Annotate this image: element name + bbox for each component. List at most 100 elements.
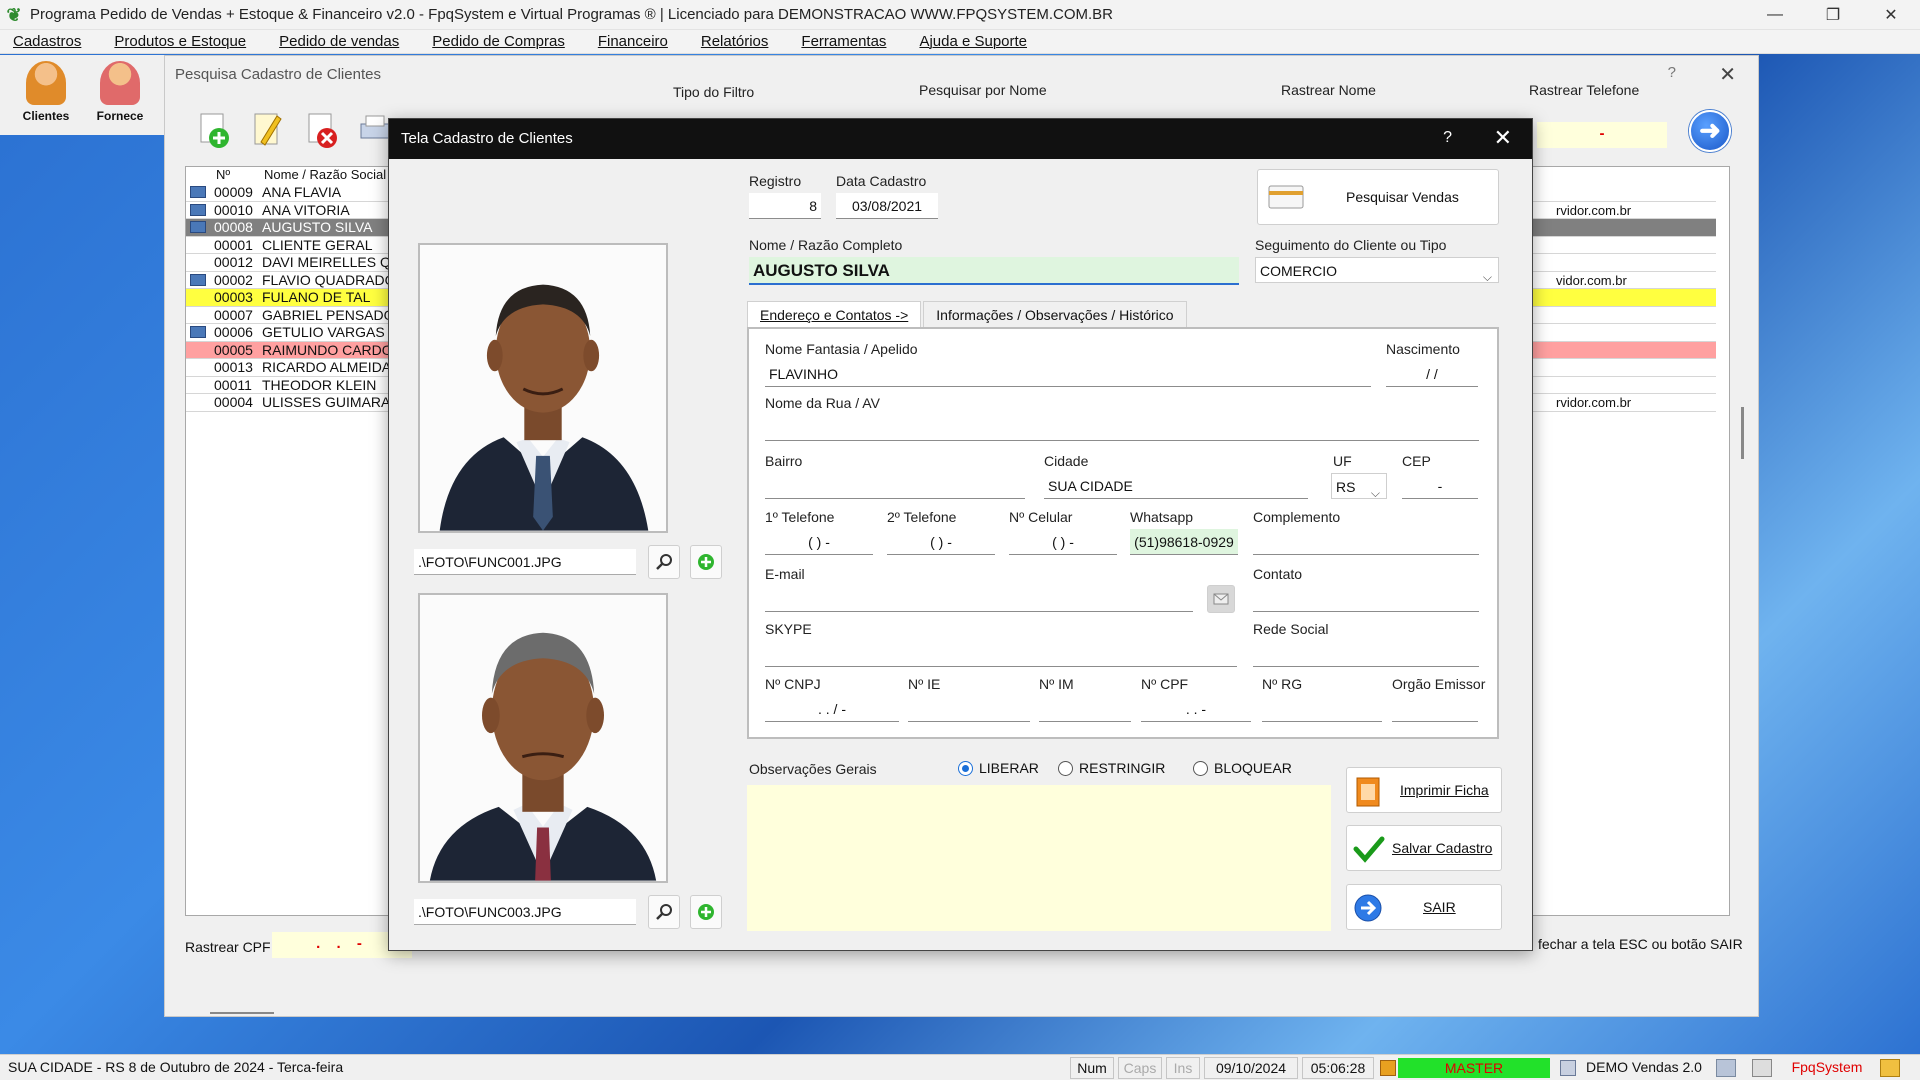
row-nome: ANA FLAVIA (262, 184, 342, 200)
uf-value: RS (1336, 479, 1356, 495)
rastrear-telefone-input[interactable]: - (1537, 122, 1667, 148)
menu-relatorios[interactable]: Relatórios (701, 33, 769, 50)
uf-label: UF (1333, 453, 1352, 469)
app-title: Programa Pedido de Vendas + Estoque & Fi… (30, 6, 1113, 23)
plus-circle-icon (698, 554, 714, 570)
obs-label: Observações Gerais (749, 761, 877, 777)
row-nome: FLAVIO QUADRADO (262, 271, 392, 288)
celular-field[interactable]: ( ) - (1009, 529, 1117, 555)
radio-bloquear[interactable]: BLOQUEAR (1193, 760, 1292, 776)
celular-label: Nº Celular (1009, 509, 1073, 525)
user-icon (1380, 1060, 1396, 1076)
menu-pedido-compras[interactable]: Pedido de Compras (432, 33, 565, 50)
photo1-path-input[interactable]: .\FOTO\FUNC001.JPG (414, 549, 636, 575)
dialog-help-button[interactable]: ? (1443, 129, 1452, 147)
rua-field[interactable] (765, 415, 1479, 441)
photo2-add-button[interactable] (690, 895, 722, 929)
salvar-label: Salvar Cadastro (1392, 840, 1493, 856)
skype-field[interactable] (765, 641, 1237, 667)
salvar-cadastro-button[interactable]: Salvar Cadastro (1346, 825, 1502, 871)
col-nome-header: Nome / Razão Social (264, 167, 387, 182)
row-num: 00006 (214, 324, 253, 340)
ie-field[interactable] (908, 696, 1030, 722)
add-button[interactable] (193, 108, 233, 152)
photo1-search-button[interactable] (648, 545, 680, 579)
nome-field[interactable]: AUGUSTO SILVA (749, 257, 1239, 285)
cidade-field[interactable]: SUA CIDADE (1044, 473, 1308, 499)
dialog-tabs: Endereço e Contatos -> Informações / Obs… (747, 301, 1189, 327)
bairro-field[interactable] (765, 473, 1025, 499)
radio-liberar-dot (958, 760, 973, 776)
cnpj-label: Nº CNPJ (765, 676, 821, 692)
obs-textarea[interactable] (747, 785, 1331, 931)
tel1-field[interactable]: ( ) - (765, 529, 873, 555)
restore-button[interactable]: ❐ (1804, 0, 1862, 30)
contact-card-icon (190, 396, 206, 408)
photo2-search-button[interactable] (648, 895, 680, 929)
network-icon (1716, 1059, 1736, 1077)
dialog-close-button[interactable]: ✕ (1494, 125, 1512, 151)
email-label: E-mail (765, 566, 805, 582)
row-nome: FULANO DE TAL (262, 289, 371, 305)
menu-pedido-vendas[interactable]: Pedido de vendas (279, 33, 399, 50)
complemento-field[interactable] (1253, 529, 1479, 555)
row-nome: THEODOR KLEIN (262, 376, 377, 393)
cpf-field[interactable]: . . - (1141, 696, 1251, 722)
ie-label: Nº IE (908, 676, 941, 692)
menu-ajuda[interactable]: Ajuda e Suporte (919, 33, 1027, 50)
tab-endereco-contatos[interactable]: Endereço e Contatos -> (747, 301, 922, 327)
whatsapp-label: Whatsapp (1130, 509, 1194, 525)
orgao-field[interactable] (1392, 696, 1478, 722)
fantasia-field[interactable]: FLAVINHO (765, 361, 1371, 387)
grid-vertical-scrollbar[interactable] (1741, 407, 1744, 459)
imprimir-label: Imprimir Ficha (1400, 782, 1489, 798)
cnpj-field[interactable]: . . / - (765, 696, 899, 722)
rede-social-field[interactable] (1253, 641, 1479, 667)
grid-horizontal-scrollbar[interactable] (210, 1012, 274, 1014)
chevron-down-icon: ⌵ (1370, 486, 1380, 499)
send-email-button[interactable] (1207, 585, 1235, 613)
shortcut-clientes[interactable]: Clientes (10, 61, 82, 123)
photo1-add-button[interactable] (690, 545, 722, 579)
status-location-date: SUA CIDADE - RS 8 de Outubro de 2024 - T… (8, 1059, 344, 1075)
minimize-button[interactable]: — (1746, 0, 1804, 30)
menu-financeiro[interactable]: Financeiro (598, 33, 668, 50)
radio-liberar[interactable]: LIBERAR (958, 760, 1039, 776)
tab-informacoes[interactable]: Informações / Observações / Histórico (923, 301, 1187, 327)
edit-button[interactable] (247, 108, 287, 152)
menu-produtos[interactable]: Produtos e Estoque (114, 33, 246, 50)
row-email: rvidor.com.br (1556, 202, 1632, 218)
im-field[interactable] (1039, 696, 1131, 722)
sair-button[interactable]: SAIR (1346, 884, 1502, 930)
close-button[interactable]: ✕ (1862, 0, 1920, 30)
delete-button[interactable] (301, 108, 341, 152)
cep-field[interactable]: - (1402, 473, 1478, 499)
tel2-field[interactable]: ( ) - (887, 529, 995, 555)
pesquisar-vendas-button[interactable]: Pesquisar Vendas (1257, 169, 1499, 225)
nascimento-field[interactable]: / / (1386, 361, 1478, 387)
portrait-photo-2 (420, 595, 666, 881)
registro-field[interactable]: 8 (749, 193, 821, 219)
whatsapp-field[interactable]: (51)98618-0929 (1130, 529, 1238, 555)
imprimir-ficha-button[interactable]: Imprimir Ficha (1346, 767, 1502, 813)
shortcut-fornece[interactable]: Fornece (84, 61, 156, 123)
menu-cadastros[interactable]: Cadastros (13, 33, 81, 50)
contato-field[interactable] (1253, 586, 1479, 612)
rg-field[interactable] (1262, 696, 1382, 722)
seguimento-select[interactable]: COMERCIO ⌵ (1255, 257, 1499, 283)
photo2-path-input[interactable]: .\FOTO\FUNC003.JPG (414, 899, 636, 925)
data-cadastro-field[interactable]: 03/08/2021 (836, 193, 938, 219)
menu-ferramentas[interactable]: Ferramentas (801, 33, 886, 50)
row-nome: RAIMUNDO CARDOS (262, 341, 392, 358)
uf-select[interactable]: RS ⌵ (1331, 473, 1387, 499)
row-num: 00004 (214, 394, 253, 410)
row-email: vidor.com.br (1556, 272, 1627, 288)
chevron-down-icon: ⌵ (1482, 270, 1492, 283)
email-field[interactable] (765, 586, 1193, 612)
go-arrow-button[interactable]: ➜ (1689, 110, 1731, 152)
radio-restringir[interactable]: RESTRINGIR (1058, 760, 1165, 776)
pesquisa-help-button[interactable]: ? (1668, 64, 1676, 81)
pesquisa-close-button[interactable]: ✕ (1719, 62, 1736, 87)
row-nome: AUGUSTO SILVA (262, 219, 373, 235)
status-user-level: MASTER (1398, 1058, 1550, 1078)
